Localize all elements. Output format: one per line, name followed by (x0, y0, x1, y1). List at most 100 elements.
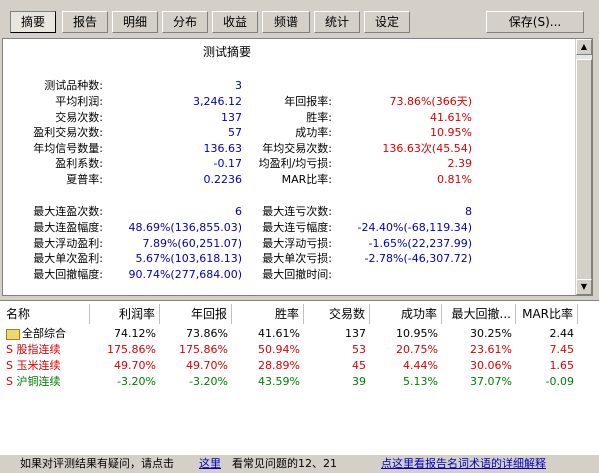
stat-row: 最大浮动亏损: -1.65%(22,237.99) (248, 237, 473, 250)
summary-panel: 测试摘要 测试品种数: 3 平均利润: 3,246.12 交易次数: 137 盈… (2, 38, 593, 296)
stat-value: 57 (228, 126, 242, 139)
table-header: 名称 利润率 年回报 胜率 交易数 成功率 最大回撤... MAR比率 (0, 304, 599, 324)
stat-label: 测试品种数: (44, 79, 103, 92)
tab-settings[interactable]: 设定 (364, 11, 410, 33)
stat-label: 最大单次亏损: (262, 252, 332, 265)
col-header-annual-return[interactable]: 年回报 (160, 304, 232, 324)
table-row[interactable]: S 股指连续 175.86% 175.86% 50.94% 53 20.75% … (0, 342, 599, 358)
col-header-max-drawdown[interactable]: 最大回撤... (442, 304, 516, 324)
cell-success-rate: 10.95% (396, 327, 438, 340)
stat-value: 136.63 (203, 142, 243, 155)
stat-row: 最大浮动盈利: 7.89%(60,251.07) (3, 237, 243, 250)
tab-bar: 摘要 报告 明细 分布 收益 频谱 统计 设定 保存(S)... (0, 0, 599, 38)
stat-value: 3,246.12 (193, 95, 242, 108)
row-name: S 股指连续 (6, 343, 61, 356)
stat-row: 均盈利/均亏损: 2.39 (248, 157, 473, 170)
status-text-1: 如果对评测结果有疑问，请点击 (20, 457, 174, 470)
col-header-name[interactable]: 名称 (0, 304, 90, 324)
cell-profit-rate: 175.86% (107, 343, 156, 356)
stat-row: 平均利润: 3,246.12 (3, 95, 243, 108)
stat-row: 测试品种数: 3 (3, 79, 243, 92)
stat-value: 41.61% (430, 111, 472, 124)
tab-returns[interactable]: 收益 (212, 11, 258, 33)
col-header-profit-rate[interactable]: 利润率 (90, 304, 160, 324)
scroll-thumb[interactable] (576, 59, 592, 289)
tab-report[interactable]: 报告 (62, 11, 108, 33)
col-header-mar[interactable]: MAR比率 (516, 304, 578, 324)
tab-detail[interactable]: 明细 (112, 11, 158, 33)
table-row[interactable]: S 沪铜连续 -3.20% -3.20% 43.59% 39 5.13% 37.… (0, 374, 599, 390)
row-name: S 沪铜连续 (6, 375, 61, 388)
stat-value: -1.65%(22,237.99) (368, 237, 472, 250)
stat-row: 最大回撤时间: (248, 268, 473, 281)
stat-label: 胜率: (306, 111, 332, 124)
stat-row: 最大连亏次数: 8 (248, 205, 473, 218)
stat-value: -2.78%(-46,307.72) (364, 252, 472, 265)
cell-success-rate: 4.44% (403, 359, 438, 372)
table-row[interactable]: S 玉米连续 49.70% 49.70% 28.89% 45 4.44% 30.… (0, 358, 599, 374)
cell-profit-rate: -3.20% (117, 375, 156, 388)
tab-distribution[interactable]: 分布 (162, 11, 208, 33)
stat-row: 成功率: 10.95% (248, 126, 473, 139)
stat-value: 6 (235, 205, 242, 218)
stat-value: -0.17 (213, 157, 242, 170)
cell-mar: -0.09 (545, 375, 574, 388)
stat-value: 137 (221, 111, 242, 124)
stat-row: 最大回撤幅度: 90.74%(277,684.00) (3, 268, 243, 281)
stat-label: 最大回撤幅度: (33, 268, 103, 281)
status-text-2: 看常见问题的12、21 (232, 457, 337, 470)
scroll-down-arrow-icon[interactable]: ▼ (576, 279, 592, 295)
cell-profit-rate: 74.12% (114, 327, 156, 340)
stat-label: 最大浮动亏损: (262, 237, 332, 250)
stat-label: 平均利润: (55, 95, 103, 108)
stat-row: 年均信号数量: 136.63 (3, 142, 243, 155)
cell-win-rate: 50.94% (258, 343, 300, 356)
scroll-up-arrow-icon[interactable]: ▲ (576, 39, 592, 55)
glossary-link[interactable]: 点这里看报告名词术语的详细解释 (381, 455, 546, 473)
stat-label: 盈利交易次数: (33, 126, 103, 139)
stat-row: 最大连盈次数: 6 (3, 205, 243, 218)
summary-title: 测试摘要 (203, 45, 252, 59)
tab-statistics[interactable]: 统计 (314, 11, 360, 33)
stat-value: -24.40%(-68,119.34) (357, 221, 472, 234)
cell-annual-return: 73.86% (186, 327, 228, 340)
stat-label: 最大浮动盈利: (33, 237, 103, 250)
s-marker-icon: S (6, 375, 17, 388)
row-name: S 玉米连续 (6, 359, 61, 372)
cell-mar: 2.44 (549, 327, 575, 340)
col-header-success-rate[interactable]: 成功率 (370, 304, 442, 324)
cell-win-rate: 41.61% (258, 327, 300, 340)
s-marker-icon: S (6, 343, 17, 356)
summary-scrollbar[interactable]: ▲ ▼ (575, 39, 592, 295)
cell-mar: 1.65 (549, 359, 575, 372)
cell-win-rate: 43.59% (258, 375, 300, 388)
cell-win-rate: 28.89% (258, 359, 300, 372)
stat-value: 48.69%(136,855.03) (128, 221, 242, 234)
stat-label: 交易次数: (55, 111, 103, 124)
stat-label: 成功率: (295, 126, 332, 139)
cell-max-drawdown: 23.61% (470, 343, 512, 356)
stat-value: 0.2236 (203, 173, 243, 186)
stat-row: MAR比率: 0.81% (248, 173, 473, 186)
stat-value: 136.63次(45.54) (382, 142, 472, 155)
stat-row: 胜率: 41.61% (248, 111, 473, 124)
stat-label: 年回报率: (284, 95, 332, 108)
cell-annual-return: -3.20% (189, 375, 228, 388)
stat-row: 最大连亏幅度: -24.40%(-68,119.34) (248, 221, 473, 234)
stat-value: 7.89%(60,251.07) (142, 237, 242, 250)
stat-row: 最大单次盈利: 5.67%(103,618.13) (3, 252, 243, 265)
col-header-win-rate[interactable]: 胜率 (232, 304, 304, 324)
col-header-trades[interactable]: 交易数 (304, 304, 370, 324)
tab-summary[interactable]: 摘要 (10, 11, 56, 33)
stat-label: 最大连亏幅度: (262, 221, 332, 234)
save-button[interactable]: 保存(S)... (486, 11, 584, 33)
row-name: 全部综合 (6, 326, 66, 342)
stat-label: 盈利系数: (55, 157, 103, 170)
stat-label: 夏普率: (66, 173, 103, 186)
here-link[interactable]: 这里 (199, 455, 221, 473)
table-row[interactable]: 全部综合 74.12% 73.86% 41.61% 137 10.95% 30.… (0, 326, 599, 342)
stat-label: 最大连盈次数: (33, 205, 103, 218)
stat-label: 最大连亏次数: (262, 205, 332, 218)
stat-value: 2.39 (447, 157, 473, 170)
tab-spectrum[interactable]: 频谱 (262, 11, 310, 33)
